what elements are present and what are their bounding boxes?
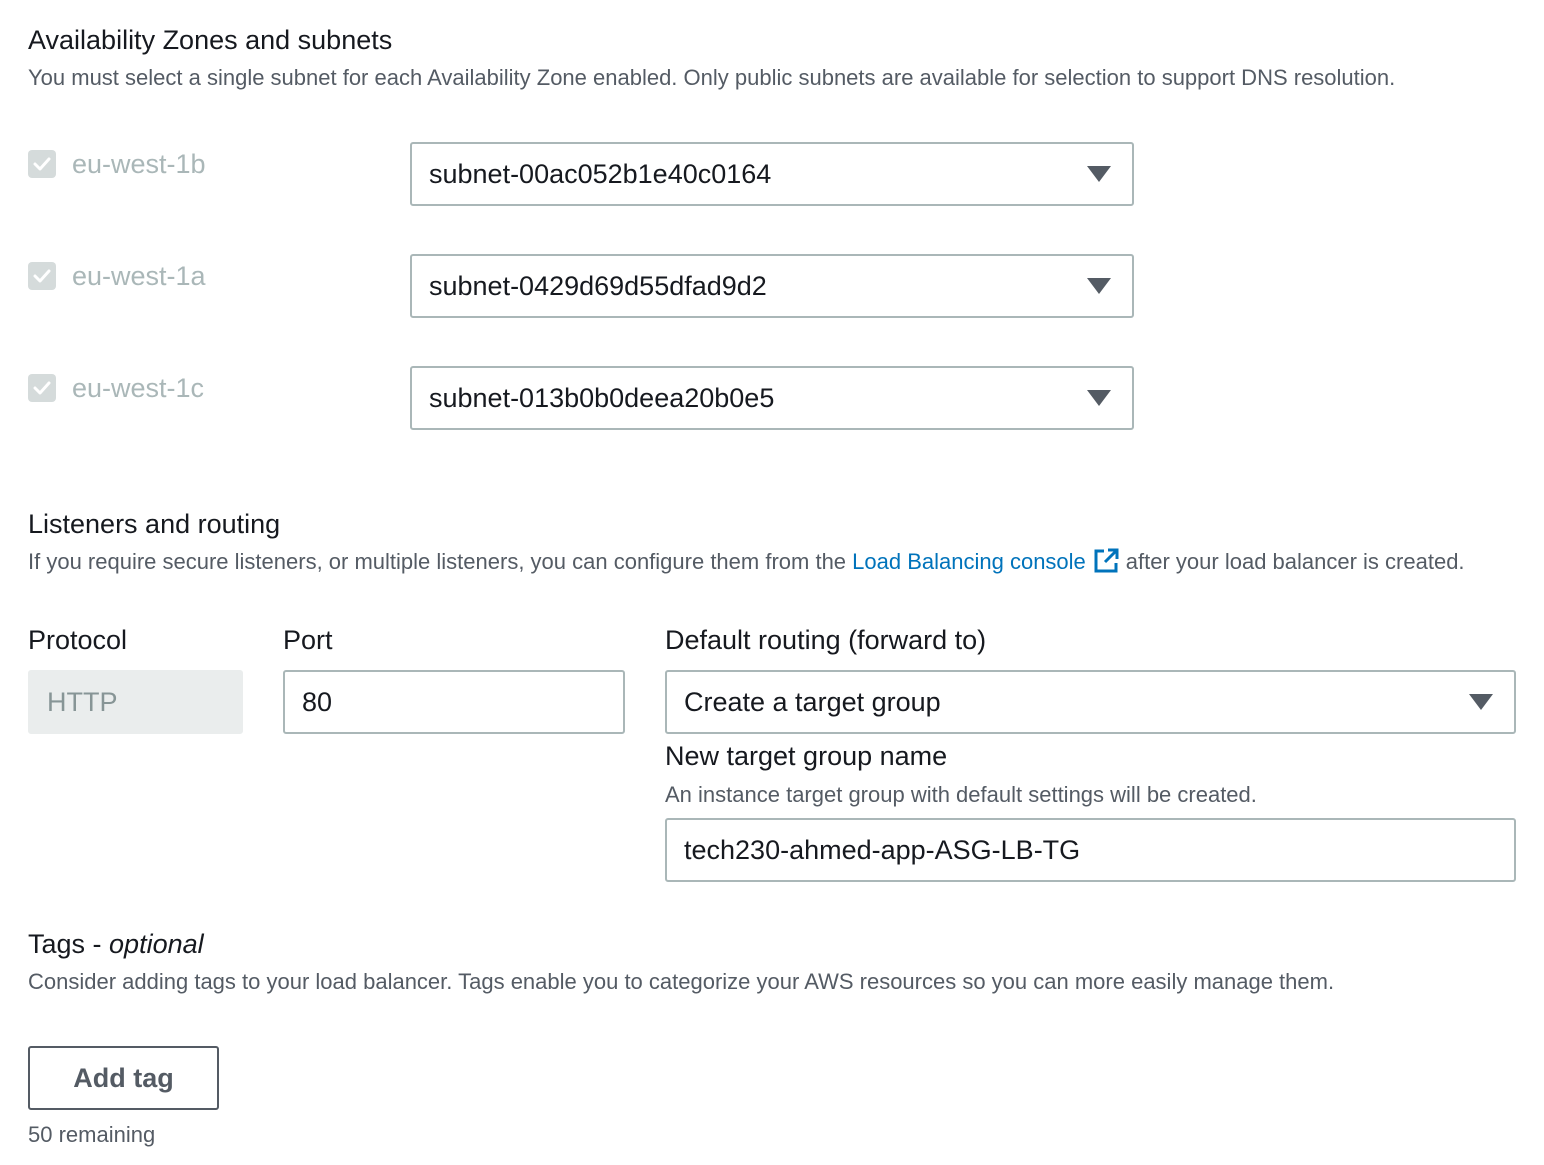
load-balancing-console-link-text: Load Balancing console [852,549,1086,574]
port-label: Port [283,625,333,655]
listeners-title: Listeners and routing [28,509,281,539]
default-routing-select[interactable]: Create a target group [665,670,1516,734]
checkmark-icon [33,157,51,171]
caret-down-icon [1087,390,1111,406]
zone-label: eu-west-1a [72,261,206,291]
tags-title-optional: optional [109,929,204,959]
subnet-select-eu-west-1a[interactable]: subnet-0429d69d55dfad9d2 [410,254,1134,318]
port-value: 80 [302,686,333,717]
subnet-select-value: subnet-0429d69d55dfad9d2 [429,270,767,301]
caret-down-icon [1087,166,1111,182]
subnet-select-eu-west-1c[interactable]: subnet-013b0b0deea20b0e5 [410,366,1134,430]
tags-remaining-count: 50 remaining [28,1122,156,1147]
caret-down-icon [1469,694,1493,710]
protocol-field: HTTP [28,670,243,734]
tags-title: Tags - optional [28,928,204,960]
zone-checkbox-eu-west-1c[interactable] [28,374,56,402]
subnet-select-value: subnet-00ac052b1e40c0164 [429,158,772,189]
checkmark-icon [33,381,51,395]
listeners-description: If you require secure listeners, or mult… [28,546,1528,578]
availability-zones-description: You must select a single subnet for each… [28,65,1396,90]
target-group-name-input[interactable]: tech230-ahmed-app-ASG-LB-TG [665,818,1516,882]
protocol-label: Protocol [28,625,128,655]
availability-zones-title: Availability Zones and subnets [28,25,393,55]
zone-checkbox-eu-west-1a[interactable] [28,262,56,290]
caret-down-icon [1087,278,1111,294]
port-input[interactable]: 80 [283,670,625,734]
subnet-select-value: subnet-013b0b0deea20b0e5 [429,382,775,413]
default-routing-value: Create a target group [684,686,941,717]
zone-label: eu-west-1b [72,149,206,179]
tags-title-text: Tags - [28,929,110,959]
subnet-select-eu-west-1b[interactable]: subnet-00ac052b1e40c0164 [410,142,1134,206]
checkmark-icon [33,269,51,283]
listeners-description-text: If you require secure listeners, or mult… [28,549,847,574]
target-group-name-description: An instance target group with default se… [665,782,1257,807]
protocol-value: HTTP [47,686,118,717]
target-group-name-value: tech230-ahmed-app-ASG-LB-TG [684,834,1081,865]
tags-description: Consider adding tags to your load balanc… [28,969,1335,994]
target-group-name-label: New target group name [665,741,948,771]
load-balancing-console-link[interactable]: Load Balancing console [852,548,1126,574]
external-link-icon [1094,548,1119,573]
zone-checkbox-eu-west-1b[interactable] [28,150,56,178]
zone-label: eu-west-1c [72,373,205,403]
add-tag-button[interactable]: Add tag [28,1046,219,1110]
listeners-description-text-after: after your load balancer is created. [1125,549,1465,574]
default-routing-label: Default routing (forward to) [665,625,987,655]
